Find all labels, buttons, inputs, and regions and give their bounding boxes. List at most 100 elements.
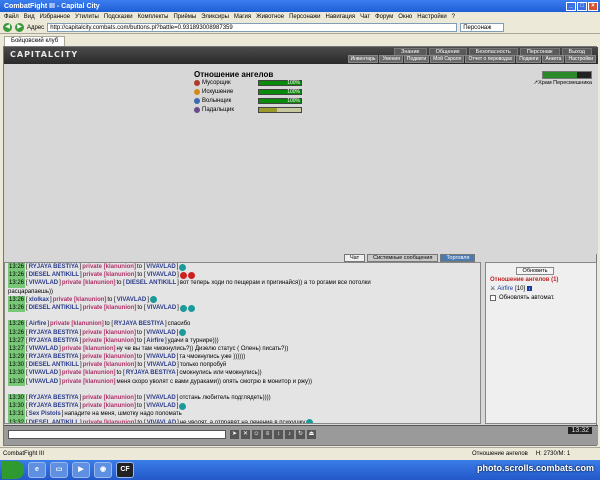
chat-author[interactable]: VIVAVLAD (29, 345, 58, 353)
sub-menu-item[interactable]: Подвиги (403, 55, 430, 63)
chat-author[interactable]: DIESEL ANTIKILL (29, 361, 79, 369)
chat-recipient[interactable]: RYJAYA BESTIYA (114, 320, 164, 328)
chat-author[interactable]: VIVAVLAD (29, 378, 58, 386)
chat-recipient[interactable]: DIESEL ANTIKILL (126, 279, 176, 287)
chat-recipient[interactable]: VIVAVLAD (146, 329, 175, 337)
chat-author[interactable]: VIVAVLAD (29, 279, 58, 287)
chat-time[interactable]: 13:30 (8, 361, 26, 370)
ie-icon[interactable]: e (28, 462, 46, 478)
chat-author[interactable]: RYJAYA BESTIYA (29, 402, 79, 410)
menu-item[interactable]: Подсказки (104, 14, 133, 20)
sub-menu-item[interactable]: Подвиги (516, 55, 542, 63)
refresh-icon[interactable]: ↻ (296, 430, 305, 439)
refresh-button[interactable]: Обновить (516, 267, 554, 275)
menu-item[interactable]: Чат (360, 14, 370, 20)
chat-time[interactable]: 13:31 (8, 410, 26, 419)
menu-item[interactable]: Окно (398, 14, 412, 20)
send-icon[interactable]: ➤ (230, 430, 239, 439)
tab-chat[interactable]: Чат (344, 254, 366, 262)
auto-refresh[interactable]: Обновлять автомат. (490, 295, 555, 301)
chat-time[interactable]: 13:27 (8, 344, 26, 354)
chat-time[interactable]: 13:32 (8, 418, 26, 423)
chat-recipient[interactable]: VIVAVLAD (146, 353, 175, 361)
menu-item[interactable]: Комплекты (138, 14, 169, 20)
chat-author[interactable]: RYJAYA BESTIYA (29, 394, 79, 402)
back-icon[interactable]: ◀ (3, 23, 12, 32)
chat-recipient[interactable]: RYJAYA BESTIYA (126, 369, 176, 377)
forward-icon[interactable]: ▶ (15, 23, 24, 32)
temple-link[interactable]: ↗Храм Пересмешника (533, 80, 592, 86)
chat-author[interactable]: xlolkax (29, 296, 49, 304)
chat-time[interactable]: 13:26 (8, 320, 26, 329)
folder-icon[interactable]: ▭ (50, 462, 68, 478)
chat-recipient[interactable]: VIVAVLAD (146, 402, 175, 410)
menu-item[interactable]: Навигация (325, 14, 355, 20)
sub-menu-item[interactable]: Мой Скролл (430, 55, 465, 63)
close-button[interactable]: × (588, 1, 598, 11)
chat-author[interactable]: Sex Pistols (29, 410, 61, 418)
menu-item[interactable]: Магия (234, 14, 251, 20)
sub-menu-item[interactable]: Анкета (542, 55, 565, 63)
chat-recipient[interactable]: Airfire (146, 337, 164, 345)
chat-time[interactable]: 13:27 (8, 336, 26, 345)
chat-time[interactable]: 13:26 (8, 263, 26, 272)
chat-log[interactable]: 13:26[RYJAYA BESTIYA] private [klanunion]… (4, 262, 481, 424)
chat-time[interactable]: 13:26 (8, 303, 26, 313)
chat-recipient[interactable]: VIVAVLAD (147, 304, 176, 312)
chat-recipient[interactable]: VIVAVLAD (147, 361, 176, 369)
search-input[interactable]: Персонаж (460, 23, 505, 32)
chat-time[interactable]: 13:30 (8, 394, 26, 403)
menu-item[interactable]: Вид (24, 14, 35, 20)
menu-item[interactable]: Избранное (40, 14, 70, 20)
chat-recipient[interactable]: VIVAVLAD (147, 419, 176, 423)
sub-menu-item[interactable]: Отчет о переводах (465, 55, 516, 63)
menu-item[interactable]: Файл (4, 14, 19, 20)
menu-item[interactable]: Животное (256, 14, 284, 20)
menu-item[interactable]: ? (452, 14, 455, 20)
chat-time[interactable]: 13:26 (8, 328, 26, 337)
tab-system[interactable]: Системные сообщения (367, 254, 439, 262)
smile-icon[interactable]: ☺ (252, 430, 261, 439)
scroll-icon[interactable]: ↕ (274, 430, 283, 439)
firefox-icon[interactable]: ◉ (94, 462, 112, 478)
exit-icon[interactable]: ⏏ (307, 430, 316, 439)
chat-author[interactable]: RYJAYA BESTIYA (29, 353, 79, 361)
url-input[interactable]: http://capitalcity.combats.com/buttons.p… (47, 23, 458, 32)
tab-combats[interactable]: Бойцовский клуб (4, 36, 66, 46)
sub-menu-item[interactable]: Инвентарь (347, 55, 379, 63)
filter-icon[interactable]: ≡ (263, 430, 272, 439)
sub-menu-item[interactable]: Умения (379, 55, 403, 63)
chat-recipient[interactable]: VIVAVLAD (117, 296, 146, 304)
menu-item[interactable]: Форум (375, 14, 393, 20)
menu-item[interactable]: Эликсиры (201, 14, 229, 20)
chat-author[interactable]: RYJAYA BESTIYA (29, 329, 79, 337)
chat-time[interactable]: 13:26 (8, 295, 26, 304)
menu-item[interactable]: Приёмы (173, 14, 196, 20)
side-user[interactable]: ⚔ Airfire [10] i (490, 285, 533, 292)
sound-icon[interactable]: ♪ (285, 430, 294, 439)
chat-author[interactable]: DIESEL ANTIKILL (29, 271, 79, 279)
chat-author[interactable]: Airfire (29, 320, 47, 328)
chat-author[interactable]: DIESEL ANTIKILL (29, 419, 79, 423)
chat-time[interactable]: 13:26 (8, 271, 26, 280)
menu-item[interactable]: Утилиты (75, 14, 99, 20)
tab-trade[interactable]: Торговля (440, 254, 476, 262)
chat-time[interactable]: 13:26 (8, 279, 26, 288)
media-icon[interactable]: ▶ (72, 462, 90, 478)
chat-author[interactable]: RYJAYA BESTIYA (29, 263, 79, 271)
menu-item[interactable]: Персонажи (289, 14, 320, 20)
clear-icon[interactable]: ✕ (241, 430, 250, 439)
user-name[interactable]: Airfire (497, 286, 513, 292)
chat-recipient[interactable]: VIVAVLAD (146, 394, 175, 402)
maximize-button[interactable]: □ (577, 1, 587, 11)
combatfight-icon[interactable]: CF (116, 462, 134, 478)
chat-author[interactable]: DIESEL ANTIKILL (29, 304, 79, 312)
start-button[interactable] (2, 461, 24, 479)
chat-time[interactable]: 13:30 (8, 402, 26, 411)
info-icon[interactable]: i (527, 286, 533, 291)
auto-refresh-checkbox[interactable] (490, 295, 496, 301)
chat-author[interactable]: VIVAVLAD (29, 369, 58, 377)
chat-author[interactable]: RYJAYA BESTIYA (29, 337, 79, 345)
menu-item[interactable]: Настройки (417, 14, 446, 20)
chat-time[interactable]: 13:30 (8, 377, 26, 386)
